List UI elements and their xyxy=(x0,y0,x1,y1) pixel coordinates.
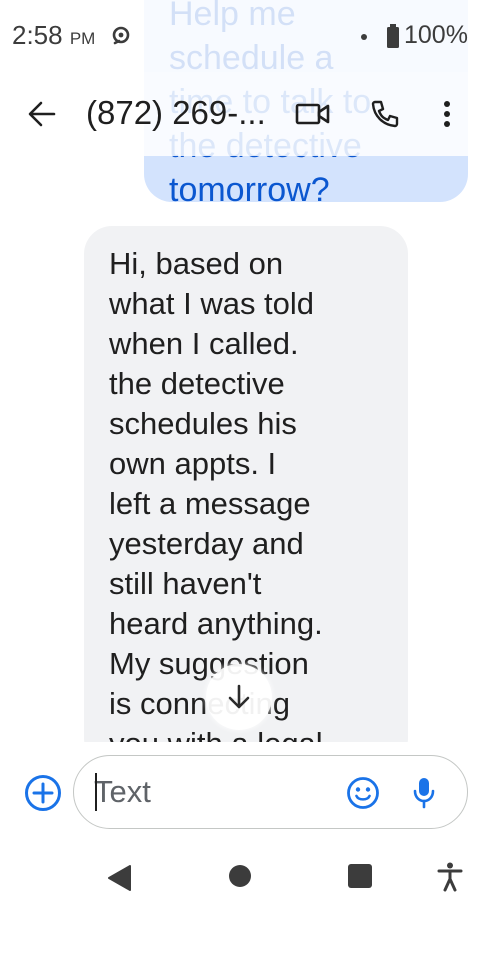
status-bar: 2:58 PM 100% xyxy=(0,0,480,72)
compose-field[interactable] xyxy=(73,755,468,829)
arrow-down-icon xyxy=(228,684,250,709)
status-time: 2:58 PM xyxy=(12,20,95,51)
add-circle-icon[interactable] xyxy=(24,774,62,812)
text-cursor xyxy=(95,773,97,811)
recents-square-icon[interactable] xyxy=(348,864,372,888)
video-call-button[interactable] xyxy=(292,94,334,134)
battery-icon xyxy=(387,24,399,48)
back-button[interactable] xyxy=(22,92,62,136)
back-arrow-icon xyxy=(28,101,56,127)
more-options-button[interactable] xyxy=(432,92,462,136)
voice-call-button[interactable] xyxy=(364,92,406,136)
status-time-value: 2:58 xyxy=(12,20,63,50)
message-input[interactable] xyxy=(94,771,334,813)
video-call-icon xyxy=(295,103,330,125)
system-navigation-bar xyxy=(0,842,480,960)
scroll-to-bottom-button[interactable] xyxy=(206,664,272,730)
home-circle-icon[interactable] xyxy=(229,865,251,887)
voice-input-button[interactable] xyxy=(409,773,439,813)
back-triangle-icon[interactable] xyxy=(106,864,132,892)
contact-title[interactable]: (872) 269-... xyxy=(86,94,266,132)
dot-icon xyxy=(361,34,367,40)
battery-percent: 100% xyxy=(404,21,468,49)
microphone-icon xyxy=(413,778,435,809)
status-time-ampm: PM xyxy=(69,29,96,48)
phone-icon xyxy=(371,100,399,128)
top-app-bar: (872) 269-... xyxy=(0,72,480,156)
accessibility-icon[interactable] xyxy=(436,862,464,892)
more-vert-icon xyxy=(444,101,450,127)
emoji-icon[interactable] xyxy=(346,776,380,810)
notification-icon xyxy=(112,26,130,45)
compose-bar xyxy=(0,742,480,842)
